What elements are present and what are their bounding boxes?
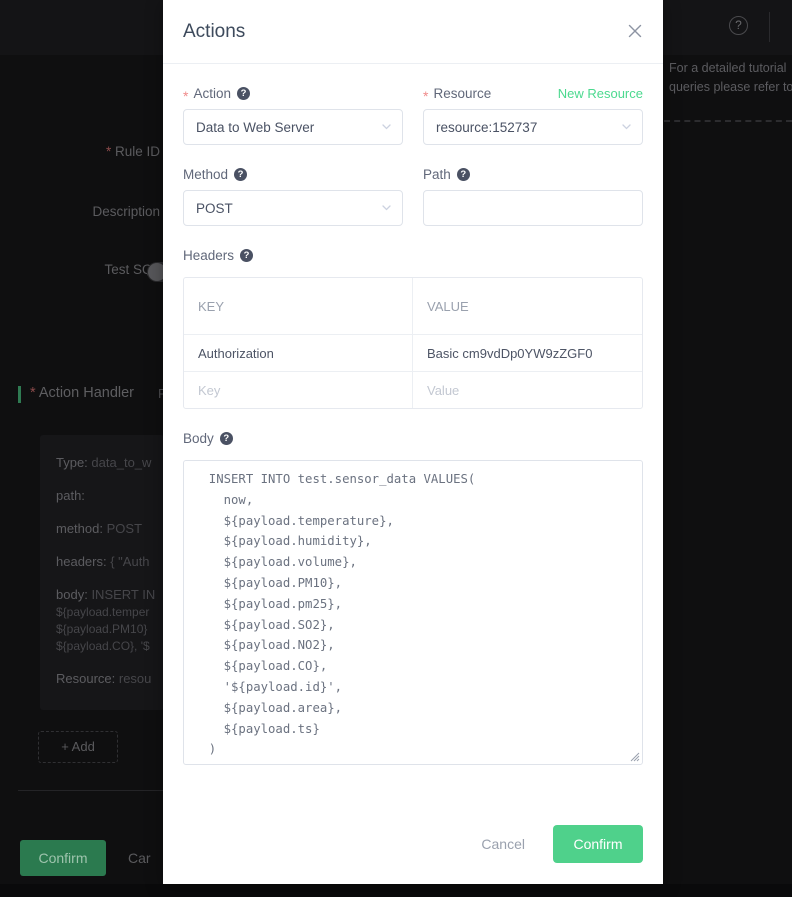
help-icon[interactable]: ? bbox=[234, 168, 247, 181]
resource-select-value: resource:152737 bbox=[436, 120, 537, 135]
help-icon[interactable]: ? bbox=[240, 249, 253, 262]
action-label: * Action ? bbox=[183, 86, 403, 101]
column-header-key: KEY bbox=[184, 278, 413, 334]
path-input[interactable] bbox=[423, 190, 643, 226]
help-icon[interactable]: ? bbox=[457, 168, 470, 181]
body-textarea-content: INSERT INTO test.sensor_data VALUES( now… bbox=[194, 469, 632, 760]
resource-label-row: * Resource New Resource bbox=[423, 86, 643, 101]
body-textarea[interactable]: INSERT INTO test.sensor_data VALUES( now… bbox=[183, 460, 643, 765]
action-field-group: * Action ? Data to Web Server bbox=[183, 86, 403, 145]
action-resource-row: * Action ? Data to Web Server * Resource bbox=[183, 86, 643, 145]
help-icon[interactable]: ? bbox=[237, 87, 250, 100]
section-accent-bar bbox=[18, 386, 21, 403]
header-value-placeholder[interactable]: Value bbox=[413, 372, 642, 408]
table-row-empty[interactable]: Key Value bbox=[184, 371, 642, 408]
resource-label: * Resource bbox=[423, 86, 491, 101]
method-select[interactable]: POST bbox=[183, 190, 403, 226]
background-card-body-line2: ${payload.temper bbox=[56, 604, 149, 621]
header-key-placeholder[interactable]: Key bbox=[184, 372, 413, 408]
confirm-button[interactable]: Confirm bbox=[553, 825, 643, 863]
table-row[interactable]: Authorization Basic cm9vdDp0YW9zZGF0 bbox=[184, 334, 642, 371]
background-dashed-divider bbox=[664, 120, 792, 122]
headers-table: KEY VALUE Authorization Basic cm9vdDp0YW… bbox=[183, 277, 643, 409]
required-star: * bbox=[183, 89, 188, 103]
background-description-label: Description bbox=[40, 204, 160, 219]
chevron-down-icon bbox=[382, 124, 391, 130]
method-path-row: Method ? POST Path ? bbox=[183, 167, 643, 226]
header-value-cell[interactable]: Basic cm9vdDp0YW9zZGF0 bbox=[413, 335, 642, 371]
actions-modal: Actions * Action ? Data to Web Server bbox=[163, 0, 663, 884]
method-select-value: POST bbox=[196, 201, 233, 216]
chevron-down-icon bbox=[622, 124, 631, 130]
background-card-headers: headers: { "Auth bbox=[56, 554, 150, 569]
modal-header: Actions bbox=[163, 0, 663, 64]
chevron-down-icon bbox=[382, 205, 391, 211]
help-circle-icon[interactable]: ? bbox=[729, 16, 748, 35]
cancel-button[interactable]: Cancel bbox=[467, 827, 539, 861]
path-label: Path ? bbox=[423, 167, 643, 182]
background-card-method: method: POST bbox=[56, 521, 142, 536]
background-add-button[interactable]: + Add bbox=[38, 731, 118, 763]
required-star: * bbox=[106, 144, 111, 159]
path-field-group: Path ? bbox=[423, 167, 643, 226]
method-field-group: Method ? POST bbox=[183, 167, 403, 226]
background-section-title: * Action Handler bbox=[30, 385, 134, 401]
body-label: Body ? bbox=[183, 431, 643, 446]
column-header-value: VALUE bbox=[413, 278, 642, 334]
background-action-card bbox=[40, 435, 164, 710]
table-header-row: KEY VALUE bbox=[184, 278, 642, 334]
help-icon[interactable]: ? bbox=[220, 432, 233, 445]
background-card-type: Type: data_to_w bbox=[56, 455, 151, 470]
modal-body: * Action ? Data to Web Server * Resource bbox=[163, 86, 663, 765]
required-star: * bbox=[423, 89, 428, 103]
background-card-body: body: INSERT IN bbox=[56, 587, 155, 602]
page-title: Actions bbox=[183, 21, 245, 43]
background-card-resource: Resource: resou bbox=[56, 671, 151, 686]
resource-field-group: * Resource New Resource resource:152737 bbox=[423, 86, 643, 145]
resource-select[interactable]: resource:152737 bbox=[423, 109, 643, 145]
required-star: * bbox=[30, 385, 36, 401]
headers-section: Headers ? KEY VALUE Authorization Basic … bbox=[183, 248, 643, 409]
tutorial-hint-text: For a detailed tutorial queries please r… bbox=[669, 59, 792, 97]
background-rule-id-label: * Rule ID bbox=[40, 144, 160, 159]
topbar-divider bbox=[769, 12, 770, 42]
header-key-cell[interactable]: Authorization bbox=[184, 335, 413, 371]
background-test-sql-label: Test SQL bbox=[40, 262, 160, 277]
background-card-body-line4: ${payload.CO}, '$ bbox=[56, 638, 150, 655]
background-divider bbox=[18, 790, 168, 791]
new-resource-link[interactable]: New Resource bbox=[558, 86, 643, 101]
background-confirm-button[interactable]: Confirm bbox=[20, 840, 106, 876]
background-cancel-button[interactable]: Car bbox=[128, 840, 151, 876]
modal-footer: Cancel Confirm bbox=[163, 804, 663, 884]
action-select[interactable]: Data to Web Server bbox=[183, 109, 403, 145]
background-bottom-strip bbox=[0, 884, 792, 897]
background-card-body-line3: ${payload.PM10} bbox=[56, 621, 147, 638]
method-label: Method ? bbox=[183, 167, 403, 182]
action-select-value: Data to Web Server bbox=[196, 120, 314, 135]
body-section: Body ? INSERT INTO test.sensor_data VALU… bbox=[183, 431, 643, 765]
background-card-path: path: bbox=[56, 488, 85, 503]
close-icon[interactable] bbox=[625, 21, 645, 41]
headers-label: Headers ? bbox=[183, 248, 643, 263]
resize-handle-icon[interactable] bbox=[628, 750, 640, 762]
